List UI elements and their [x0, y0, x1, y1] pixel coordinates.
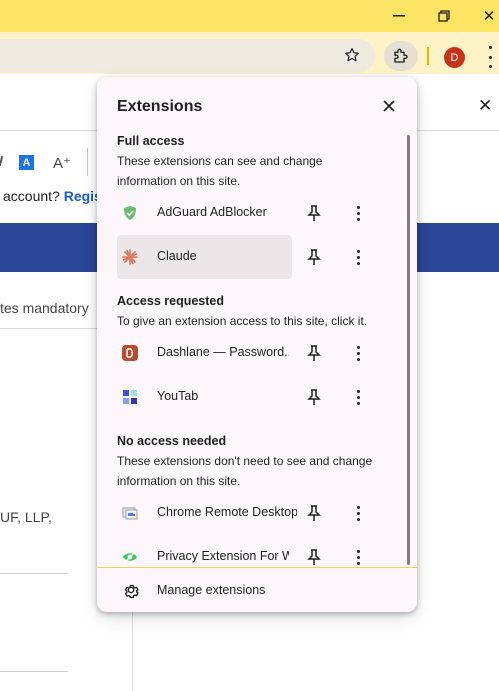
section-heading-no-access: No access needed — [117, 434, 227, 448]
dot — [356, 217, 360, 221]
pin-icon — [307, 205, 321, 221]
pin-button[interactable] — [304, 547, 324, 567]
extension-name: YouTab — [157, 389, 199, 403]
more-options-button[interactable] — [348, 247, 368, 267]
extension-name: AdGuard AdBlocker — [157, 205, 267, 219]
mandatory-note: tes mandatory — [0, 300, 89, 316]
field-underline — [0, 573, 68, 574]
account-text: account? — [3, 188, 60, 204]
dot — [356, 517, 360, 521]
dot — [356, 549, 360, 553]
increase-font-icon[interactable]: A⁺ — [53, 154, 71, 172]
dot — [356, 389, 360, 393]
dot — [356, 561, 360, 565]
font-color-icon[interactable]: A — [19, 155, 34, 170]
pin-icon — [307, 549, 321, 565]
pin-button[interactable] — [304, 203, 324, 223]
extensions-button[interactable] — [384, 41, 418, 71]
pin-button[interactable] — [304, 503, 324, 523]
pin-icon — [307, 505, 321, 521]
page-close-icon[interactable]: ✕ — [478, 96, 492, 116]
scrollbar-thumb[interactable] — [407, 135, 410, 565]
pin-button[interactable] — [304, 343, 324, 363]
youtab-icon — [123, 390, 137, 404]
extension-item-youtab[interactable]: YouTab — [117, 375, 292, 419]
dot — [356, 249, 360, 253]
dot — [488, 46, 492, 49]
dot — [488, 65, 492, 68]
scrollbar[interactable] — [400, 121, 412, 567]
more-options-button[interactable] — [348, 203, 368, 223]
dot — [356, 511, 360, 515]
claude-starburst-icon — [122, 249, 138, 265]
dot — [356, 357, 360, 361]
toolbar-divider — [427, 47, 429, 65]
manage-extensions-button[interactable]: Manage extensions — [97, 568, 417, 612]
pin-icon — [307, 249, 321, 265]
dot — [356, 205, 360, 209]
toolbar-separator — [87, 148, 88, 176]
dot — [356, 555, 360, 559]
account-prompt: account? Regis — [3, 188, 102, 204]
browser-toolbar: D — [0, 32, 499, 74]
dot — [356, 351, 360, 355]
dot — [356, 401, 360, 405]
extension-name: Dashlane — Password... — [157, 345, 289, 359]
extension-name: Claude — [157, 249, 197, 263]
extension-name: Privacy Extension For W... — [157, 549, 289, 563]
extension-item-dashlane[interactable]: Dashlane — Password... — [117, 331, 292, 375]
dot — [356, 345, 360, 349]
popup-close-button[interactable] — [379, 96, 399, 116]
privacy-eye-icon — [123, 551, 137, 563]
window-titlebar: ✕ — [0, 0, 499, 32]
minimize-icon — [393, 15, 405, 17]
star-icon — [345, 48, 359, 62]
adguard-shield-icon — [124, 206, 136, 220]
dot — [356, 395, 360, 399]
address-bar[interactable] — [0, 39, 375, 73]
more-options-button[interactable] — [348, 503, 368, 523]
section-description: These extensions can see and change info… — [117, 154, 323, 188]
more-options-button[interactable] — [348, 387, 368, 407]
extensions-popup: Extensions Full access These extensions … — [97, 77, 417, 612]
manage-extensions-label: Manage extensions — [157, 583, 266, 597]
restore-button[interactable] — [421, 0, 467, 32]
field-underline — [0, 671, 68, 672]
more-options-button[interactable] — [348, 547, 368, 567]
restore-icon — [438, 10, 450, 22]
extension-name: Chrome Remote Desktop — [157, 505, 297, 519]
gear-icon — [124, 584, 139, 599]
close-icon: ✕ — [482, 8, 496, 25]
popup-title: Extensions — [117, 98, 203, 115]
dot — [356, 211, 360, 215]
close-icon — [383, 100, 395, 112]
extension-item-chrome-remote-desktop[interactable]: Chrome Remote Desktop — [117, 491, 297, 535]
section-description: These extensions don't need to see and c… — [117, 454, 373, 488]
bookmark-star-button[interactable] — [341, 44, 363, 66]
puzzle-icon — [394, 48, 408, 63]
pin-button[interactable] — [304, 247, 324, 267]
pin-button[interactable] — [304, 387, 324, 407]
profile-avatar[interactable]: D — [444, 47, 465, 68]
section-heading-access-requested: Access requested — [117, 294, 225, 308]
dot — [356, 255, 360, 259]
italic-icon[interactable] — [0, 155, 4, 167]
section-heading-full-access: Full access — [117, 134, 185, 148]
pin-icon — [307, 389, 321, 405]
more-options-button[interactable] — [348, 343, 368, 363]
window-close-button[interactable]: ✕ — [466, 0, 499, 32]
dot — [356, 261, 360, 265]
dashlane-icon — [122, 345, 138, 361]
browser-menu-button[interactable] — [483, 46, 497, 68]
minimize-button[interactable] — [376, 0, 422, 32]
extensions-list[interactable]: Full access These extensions can see and… — [97, 121, 417, 568]
dot — [488, 55, 492, 59]
pin-icon — [307, 345, 321, 361]
extension-item-claude[interactable]: Claude — [117, 235, 292, 279]
extension-item-adguard[interactable]: AdGuard AdBlocker — [117, 191, 292, 235]
section-description: To give an extension access to this site… — [117, 314, 368, 328]
dot — [356, 505, 360, 509]
company-text: UF, LLP, — [0, 509, 52, 525]
remote-desktop-icon — [122, 507, 138, 520]
